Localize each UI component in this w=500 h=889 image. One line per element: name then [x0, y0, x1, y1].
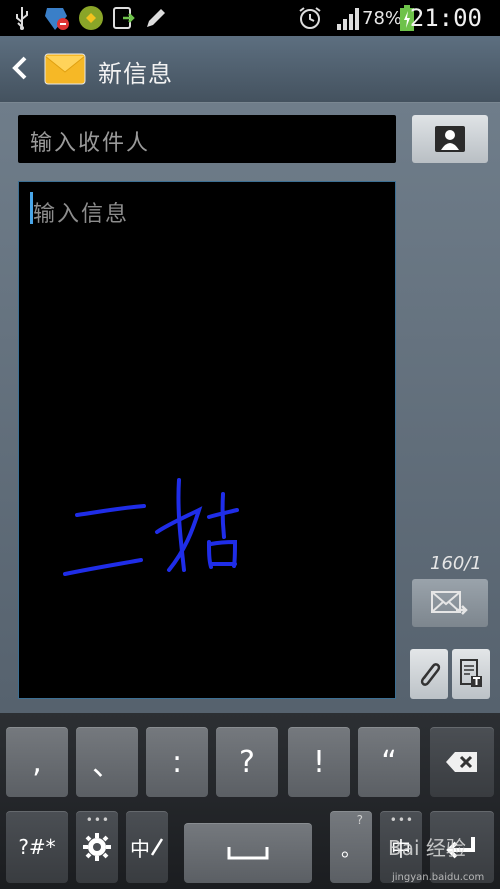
update-icon [110, 4, 138, 32]
message-placeholder: 输入信息 [33, 202, 130, 227]
text-template-icon [460, 659, 482, 687]
recipient-input[interactable]: 输入收件人 [18, 115, 396, 163]
key-question[interactable]: ? [216, 727, 278, 797]
contacts-button[interactable] [412, 115, 488, 163]
key-quote[interactable]: “ [358, 727, 420, 797]
attach-button[interactable] [410, 649, 448, 699]
pencil-icon [142, 4, 170, 32]
back-arrow-icon[interactable] [8, 50, 32, 86]
backspace-key[interactable] [430, 727, 494, 797]
recipient-placeholder: 输入收件人 [30, 131, 151, 156]
period-key[interactable]: ? 。 [330, 811, 372, 883]
space-key[interactable] [184, 823, 312, 883]
security-icon [42, 4, 72, 32]
alarm-icon [296, 4, 324, 32]
keyboard: , 、 : ? ! “ ?#* ••• 中 ? 。 ••• 中 Bai 经验 j… [0, 713, 500, 889]
backspace-icon [446, 752, 477, 772]
status-bar: 78% 21:00 [0, 0, 500, 36]
key-exclamation[interactable]: ! [288, 727, 350, 797]
template-button[interactable] [452, 649, 490, 699]
message-input[interactable]: 输入信息 [18, 181, 396, 699]
clock-time: 21:00 [409, 4, 482, 32]
battery-percent: 78% [362, 8, 403, 29]
gear-icon [83, 833, 111, 861]
contact-icon [435, 126, 465, 152]
send-mail-icon [431, 591, 468, 615]
handwriting-stroke [59, 472, 259, 586]
baidu-watermark: Bai 经验 [388, 836, 466, 860]
usb-icon [10, 4, 34, 32]
settings-key[interactable]: ••• [76, 811, 118, 883]
signal-icon [334, 4, 362, 32]
space-icon [227, 847, 269, 860]
messages-app-icon [44, 48, 86, 90]
app-store-icon [76, 4, 106, 32]
baidu-watermark-url: jingyan.baidu.com [392, 872, 485, 883]
key-enumeration-comma[interactable]: 、 [76, 727, 138, 797]
paperclip-icon [420, 663, 441, 686]
key-colon[interactable]: : [146, 727, 208, 797]
key-comma[interactable]: , [6, 727, 68, 797]
send-button[interactable] [412, 579, 488, 627]
pen-icon [150, 838, 164, 856]
app-header: 新信息 [0, 36, 500, 103]
page-title: 新信息 [98, 60, 173, 88]
symbols-key[interactable]: ?#* [6, 811, 68, 883]
character-counter: 160/1 [430, 553, 482, 574]
language-key[interactable]: 中 [126, 811, 168, 883]
compose-area: 输入收件人 输入信息 160/1 [0, 103, 500, 713]
